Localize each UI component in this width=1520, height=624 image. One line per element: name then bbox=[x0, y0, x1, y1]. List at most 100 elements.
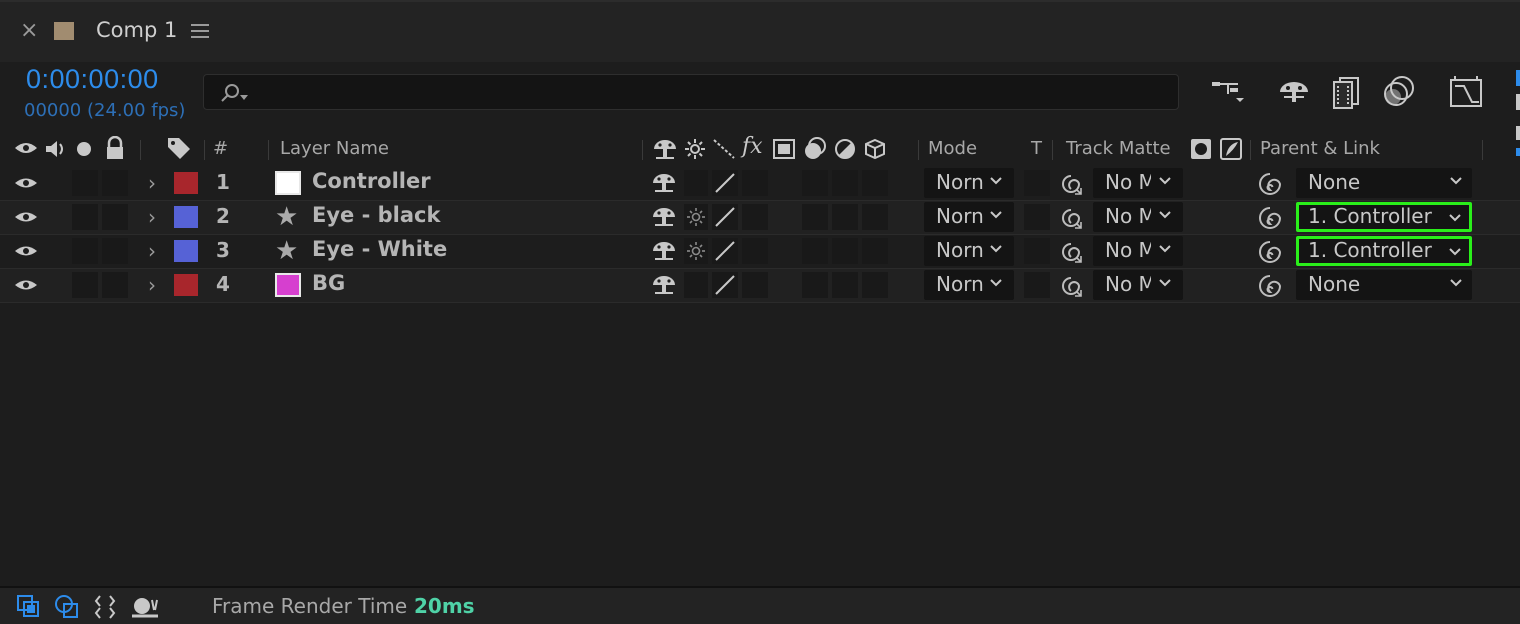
motion-blur-switch[interactable] bbox=[832, 272, 858, 298]
label-color-swatch[interactable] bbox=[174, 274, 198, 296]
comp-tab-title[interactable]: Comp 1 bbox=[96, 18, 177, 42]
solo-icon[interactable] bbox=[76, 141, 92, 157]
label-color-swatch[interactable] bbox=[174, 240, 198, 262]
layer-row[interactable]: › 2 ★ Eye - black Norn No M 1. Controlle… bbox=[0, 200, 1520, 234]
visibility-eye-icon[interactable] bbox=[14, 175, 38, 191]
matte-invert-icon[interactable] bbox=[1220, 138, 1242, 160]
blend-mode-dropdown[interactable]: Norn bbox=[924, 236, 1014, 266]
visibility-eye-icon[interactable] bbox=[14, 277, 38, 293]
parent-pickwhip-icon[interactable] bbox=[1256, 239, 1284, 265]
frame-blend-switch-icon[interactable] bbox=[772, 138, 796, 160]
frame-blend-switch[interactable] bbox=[802, 272, 828, 298]
parent-link-dropdown[interactable]: None bbox=[1296, 168, 1472, 198]
track-matte-dropdown[interactable]: No M bbox=[1093, 236, 1183, 266]
preserve-transparency-toggle[interactable] bbox=[1024, 204, 1050, 230]
effects-fx-icon[interactable]: fx bbox=[742, 134, 763, 159]
layer-name[interactable]: Controller bbox=[312, 169, 431, 193]
parent-pickwhip-icon[interactable] bbox=[1256, 171, 1284, 197]
frame-blending-icon[interactable] bbox=[1326, 72, 1366, 112]
parent-pickwhip-icon[interactable] bbox=[1256, 205, 1284, 231]
quality-switch-icon[interactable] bbox=[712, 170, 738, 196]
blend-mode-dropdown[interactable]: Norn bbox=[924, 270, 1014, 300]
quality-switch-icon[interactable] bbox=[712, 204, 738, 230]
frame-blend-switch[interactable] bbox=[802, 238, 828, 264]
quality-switch-icon[interactable] bbox=[712, 238, 738, 264]
lock-icon[interactable] bbox=[104, 136, 126, 160]
layer-row[interactable]: › 1 Controller Norn No M None bbox=[0, 166, 1520, 200]
layer-search-input[interactable] bbox=[203, 74, 1179, 110]
quality-switch-icon[interactable] bbox=[712, 272, 738, 298]
track-matte-pickwhip-icon[interactable] bbox=[1058, 172, 1084, 196]
audio-icon[interactable] bbox=[44, 138, 68, 160]
3d-switch[interactable] bbox=[862, 204, 888, 230]
collapse-switch[interactable] bbox=[684, 204, 708, 230]
3d-switch[interactable] bbox=[862, 238, 888, 264]
label-color-swatch[interactable] bbox=[174, 172, 198, 194]
motion-blur-switch[interactable] bbox=[832, 204, 858, 230]
solo-toggle[interactable] bbox=[72, 238, 98, 264]
lock-toggle[interactable] bbox=[102, 238, 128, 264]
shy-switch-icon[interactable] bbox=[650, 204, 678, 230]
matte-alpha-icon[interactable] bbox=[1190, 138, 1212, 160]
frame-blend-switch[interactable] bbox=[802, 204, 828, 230]
parent-link-dropdown[interactable]: 1. Controller bbox=[1296, 202, 1472, 232]
shy-switch-icon[interactable] bbox=[650, 238, 678, 264]
motion-blur-switch[interactable] bbox=[832, 170, 858, 196]
render-time-snail-icon[interactable] bbox=[130, 594, 160, 620]
effects-switch[interactable] bbox=[742, 272, 768, 298]
preserve-transparency-toggle[interactable] bbox=[1024, 272, 1050, 298]
layer-name-column-header[interactable]: Layer Name bbox=[280, 138, 389, 159]
expand-chevron-icon[interactable]: › bbox=[148, 171, 156, 195]
layer-switches-toggle-icon[interactable] bbox=[16, 594, 42, 620]
effects-switch[interactable] bbox=[742, 170, 768, 196]
layer-name[interactable]: Eye - black bbox=[312, 203, 440, 227]
lock-toggle[interactable] bbox=[102, 272, 128, 298]
shy-switch-icon[interactable] bbox=[650, 272, 678, 298]
lock-toggle[interactable] bbox=[102, 204, 128, 230]
layer-name[interactable]: BG bbox=[312, 271, 345, 295]
composition-flowchart-icon[interactable] bbox=[1208, 72, 1248, 112]
preserve-transparency-toggle[interactable] bbox=[1024, 238, 1050, 264]
lock-toggle[interactable] bbox=[102, 170, 128, 196]
graph-editor-icon[interactable] bbox=[1446, 72, 1486, 112]
transfer-controls-toggle-icon[interactable] bbox=[54, 594, 80, 620]
layer-row[interactable]: › 3 ★ Eye - White Norn No M 1. Controlle… bbox=[0, 234, 1520, 268]
3d-switch[interactable] bbox=[862, 170, 888, 196]
solo-toggle[interactable] bbox=[72, 170, 98, 196]
in-out-duration-toggle-icon[interactable] bbox=[92, 594, 118, 620]
solo-toggle[interactable] bbox=[72, 272, 98, 298]
visibility-eye-icon[interactable] bbox=[14, 209, 38, 225]
expand-chevron-icon[interactable]: › bbox=[148, 205, 156, 229]
collapse-switch[interactable] bbox=[684, 272, 708, 298]
motion-blur-icon[interactable] bbox=[1378, 72, 1418, 112]
panel-menu-icon[interactable] bbox=[191, 24, 209, 40]
track-matte-dropdown[interactable]: No M bbox=[1093, 270, 1183, 300]
collapse-transform-icon[interactable] bbox=[684, 138, 706, 160]
visibility-eye-icon[interactable] bbox=[14, 243, 38, 259]
motion-blur-switch-icon[interactable] bbox=[802, 136, 828, 162]
current-time-display[interactable]: 0:00:00:00 bbox=[26, 64, 159, 95]
parent-pickwhip-icon[interactable] bbox=[1256, 273, 1284, 299]
blend-mode-dropdown[interactable]: Norn bbox=[924, 168, 1014, 198]
frame-blend-switch[interactable] bbox=[802, 170, 828, 196]
track-matte-dropdown[interactable]: No M bbox=[1093, 202, 1183, 232]
expand-chevron-icon[interactable]: › bbox=[148, 239, 156, 263]
quality-icon[interactable] bbox=[712, 138, 736, 160]
search-icon[interactable] bbox=[218, 82, 252, 104]
3d-switch[interactable] bbox=[862, 272, 888, 298]
label-tag-icon[interactable] bbox=[166, 136, 192, 160]
solo-toggle[interactable] bbox=[72, 204, 98, 230]
parent-link-dropdown[interactable]: None bbox=[1296, 270, 1472, 300]
parent-link-dropdown[interactable]: 1. Controller bbox=[1296, 236, 1472, 266]
shy-switch-icon[interactable] bbox=[652, 138, 678, 160]
draft-3d-icon[interactable] bbox=[1274, 72, 1314, 112]
label-color-swatch[interactable] bbox=[174, 206, 198, 228]
collapse-switch[interactable] bbox=[684, 170, 708, 196]
preserve-transparency-toggle[interactable] bbox=[1024, 170, 1050, 196]
track-matte-pickwhip-icon[interactable] bbox=[1058, 274, 1084, 298]
shy-switch-icon[interactable] bbox=[650, 170, 678, 196]
motion-blur-switch[interactable] bbox=[832, 238, 858, 264]
adjustment-layer-icon[interactable] bbox=[834, 138, 856, 160]
effects-switch[interactable] bbox=[742, 238, 768, 264]
video-visibility-icon[interactable] bbox=[14, 140, 38, 156]
